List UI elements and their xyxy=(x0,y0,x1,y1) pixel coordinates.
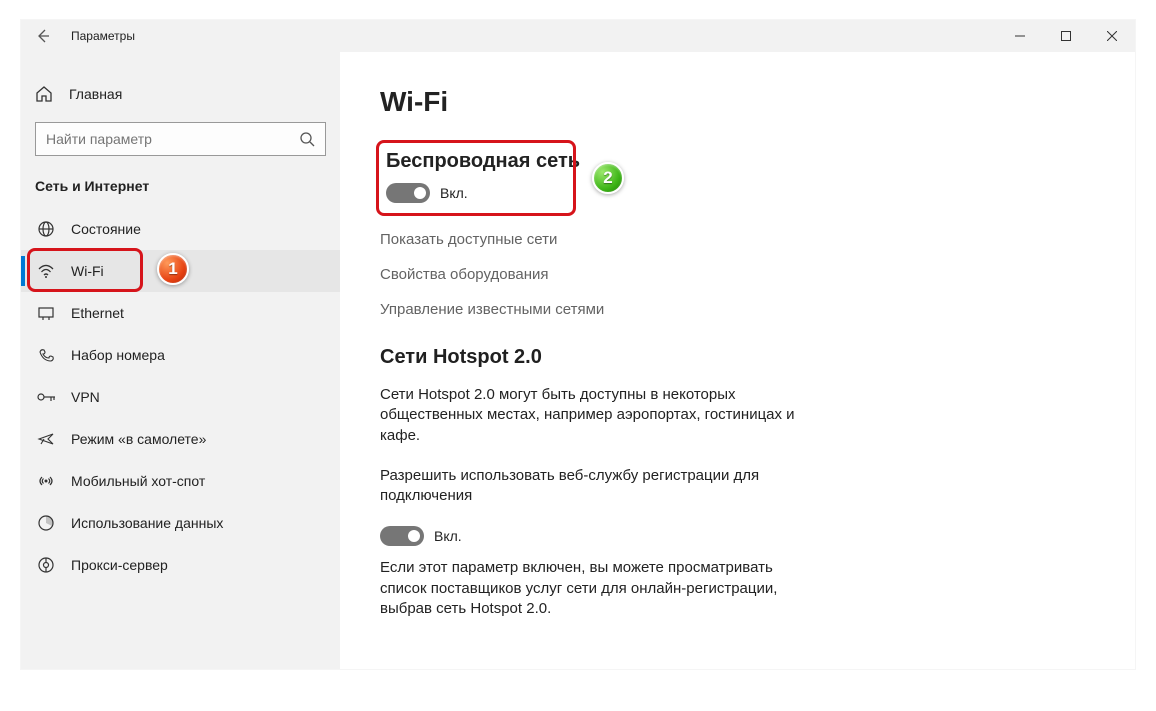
annotation-badge-2: 2 xyxy=(592,162,624,194)
sidebar: Главная Сеть и Интернет Состояние xyxy=(21,52,340,669)
ethernet-icon xyxy=(37,304,55,322)
titlebar: Параметры xyxy=(21,20,1135,52)
maximize-button[interactable] xyxy=(1043,20,1089,52)
settings-window: Параметры Главная xyxy=(20,19,1136,670)
sidebar-item-label: Использование данных xyxy=(71,515,223,531)
arrow-left-icon xyxy=(35,28,51,44)
wifi-toggle-label: Вкл. xyxy=(440,185,468,201)
sidebar-item-label: Мобильный хот-спот xyxy=(71,473,205,489)
sidebar-item-label: Wi-Fi xyxy=(71,263,104,279)
annotation-badge-1: 1 xyxy=(157,253,189,285)
sidebar-item-ethernet[interactable]: Ethernet xyxy=(21,292,340,334)
page-title: Wi-Fi xyxy=(380,86,1095,118)
hotspot-toggle-label: Вкл. xyxy=(434,528,462,544)
hotspot-desc2: Если этот параметр включен, вы можете пр… xyxy=(380,558,800,619)
sidebar-item-label: Набор номера xyxy=(71,347,165,363)
window-controls xyxy=(997,20,1135,52)
proxy-icon xyxy=(37,556,55,574)
sidebar-item-status[interactable]: Состояние xyxy=(21,208,340,250)
minimize-button[interactable] xyxy=(997,20,1043,52)
data-usage-icon xyxy=(37,514,55,532)
hotspot-desc1: Сети Hotspot 2.0 могут быть доступны в н… xyxy=(380,385,800,446)
sidebar-item-label: Ethernet xyxy=(71,305,124,321)
wireless-heading: Беспроводная сеть xyxy=(386,150,580,173)
hotspot-permit-text: Разрешить использовать веб-службу регист… xyxy=(380,466,780,507)
sidebar-item-proxy[interactable]: Прокси-сервер xyxy=(21,544,340,586)
sidebar-item-vpn[interactable]: VPN xyxy=(21,376,340,418)
sidebar-item-datausage[interactable]: Использование данных xyxy=(21,502,340,544)
sidebar-item-label: Прокси-сервер xyxy=(71,557,168,573)
vpn-icon xyxy=(37,390,57,404)
search-input-wrapper[interactable] xyxy=(35,122,326,156)
search-input[interactable] xyxy=(46,131,299,147)
hotspot-heading: Сети Hotspot 2.0 xyxy=(380,346,1095,369)
dialup-icon xyxy=(37,346,55,364)
sidebar-item-label: Состояние xyxy=(71,221,141,237)
link-show-available[interactable]: Показать доступные сети xyxy=(380,231,1095,248)
hotspot-icon xyxy=(37,472,55,490)
content-pane: Wi-Fi Беспроводная сеть Вкл. 2 Показать … xyxy=(340,52,1135,669)
sidebar-section-header: Сеть и Интернет xyxy=(21,174,340,208)
window-title: Параметры xyxy=(71,29,135,43)
sidebar-home[interactable]: Главная xyxy=(21,74,340,114)
link-manage-known[interactable]: Управление известными сетями xyxy=(380,301,1095,318)
close-button[interactable] xyxy=(1089,20,1135,52)
sidebar-item-label: Режим «в самолете» xyxy=(71,431,206,447)
globe-icon xyxy=(37,220,55,238)
sidebar-home-label: Главная xyxy=(69,86,122,102)
sidebar-item-hotspot[interactable]: Мобильный хот-спот xyxy=(21,460,340,502)
sidebar-item-dialup[interactable]: Набор номера xyxy=(21,334,340,376)
search-icon xyxy=(299,131,315,147)
airplane-icon xyxy=(37,430,55,448)
wifi-icon xyxy=(37,262,55,280)
home-icon xyxy=(35,85,53,103)
sidebar-item-airplane[interactable]: Режим «в самолете» xyxy=(21,418,340,460)
sidebar-item-label: VPN xyxy=(71,389,100,405)
hotspot-signup-toggle[interactable] xyxy=(380,526,424,546)
wifi-toggle[interactable] xyxy=(386,183,430,203)
link-hardware-props[interactable]: Свойства оборудования xyxy=(380,266,1095,283)
back-button[interactable] xyxy=(21,20,65,52)
